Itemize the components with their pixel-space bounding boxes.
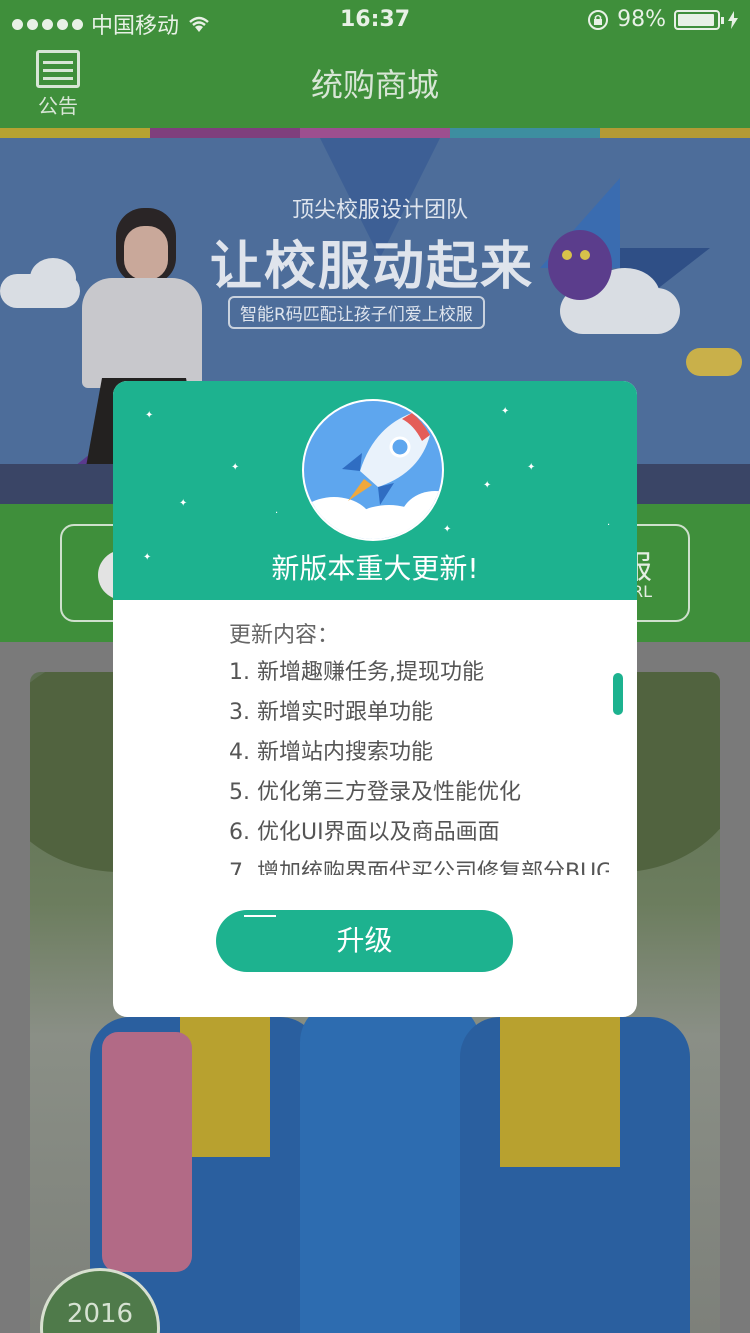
battery-percent: 98%	[617, 7, 666, 32]
rotation-lock-icon	[588, 9, 609, 30]
status-right: 98%	[587, 7, 738, 32]
update-dialog: ✦ ✦ ✦ ✦ · ✦ ✦ ✦ ✦ · 新版本重大更新! 更新内容： 1. 新增…	[113, 381, 637, 1017]
rocket-icon	[302, 399, 444, 541]
list-item: 3. 新增实时跟单功能	[229, 700, 433, 725]
battery-icon	[674, 9, 724, 30]
list-item: 6. 优化UI界面以及商品画面	[229, 820, 500, 845]
update-content-label: 更新内容：	[229, 623, 340, 648]
status-bar: 中国移动 16:37 98%	[0, 0, 750, 40]
list-item: 5. 优化第三方登录及性能优化	[229, 780, 521, 805]
list-item: 4. 新增站内搜索功能	[229, 740, 433, 765]
list-scrollbar[interactable]	[613, 673, 623, 715]
charging-icon	[728, 10, 738, 29]
color-stripe	[0, 128, 750, 138]
page-title: 统购商城	[310, 66, 439, 104]
dialog-title: 新版本重大更新!	[271, 552, 479, 585]
dialog-header: ✦ ✦ ✦ ✦ · ✦ ✦ ✦ ✦ · 新版本重大更新!	[113, 381, 637, 600]
upgrade-button[interactable]: 升级	[216, 910, 513, 972]
list-item: 1. 新增趣赚任务,提现功能	[229, 660, 484, 685]
list-item: 7. 增加统购界面代买公司修复部分BUG	[229, 860, 609, 875]
nav-bar: 公告 统购商城	[0, 40, 750, 128]
update-list[interactable]: 1. 新增趣赚任务,提现功能 3. 新增实时跟单功能 4. 新增站内搜索功能 5…	[229, 653, 609, 875]
